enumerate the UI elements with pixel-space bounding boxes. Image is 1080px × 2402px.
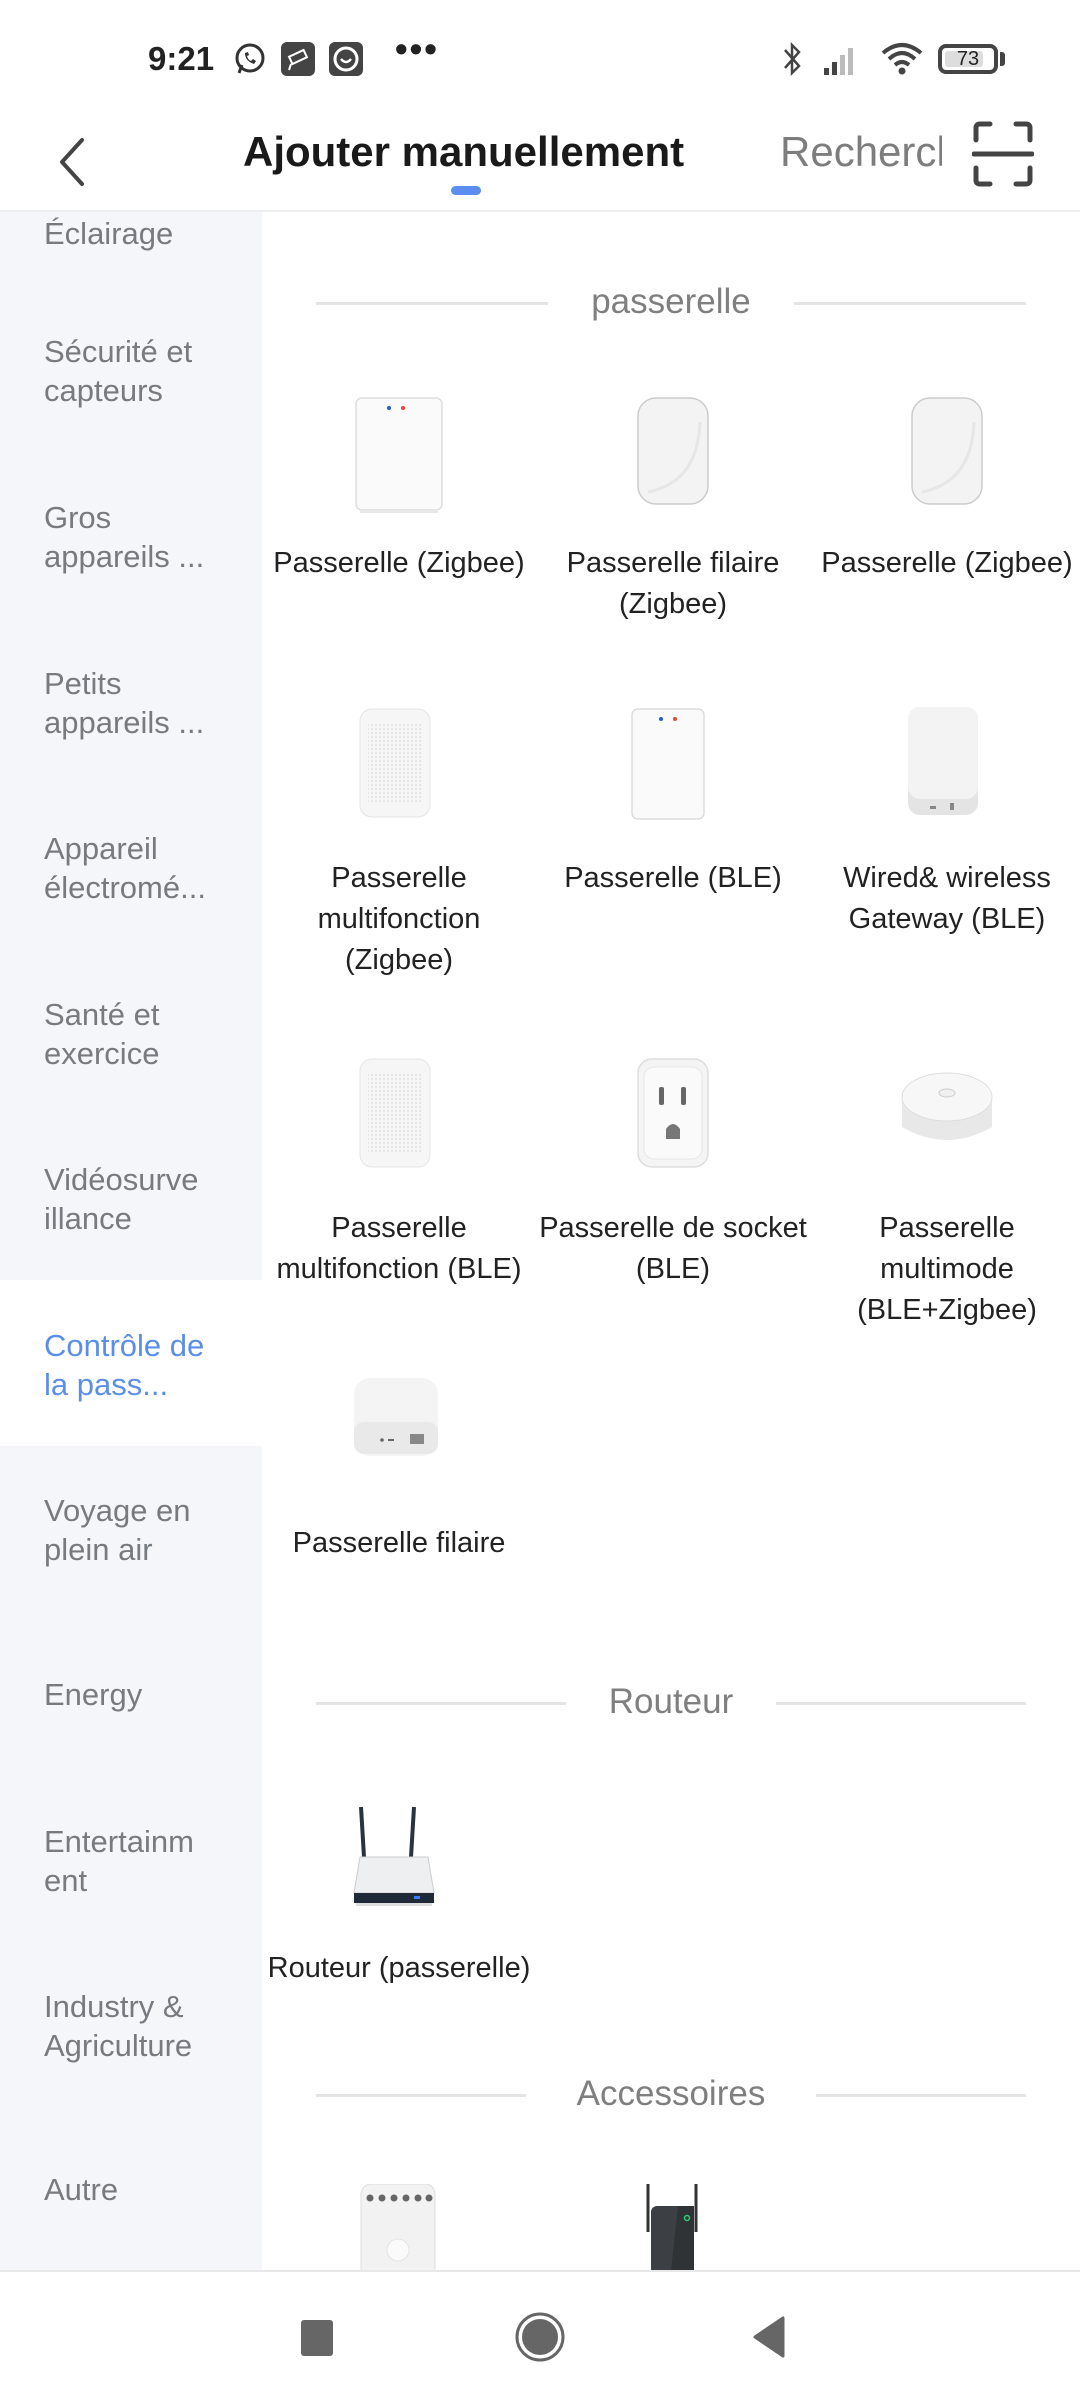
device-label: Passerelle multifonction (BLE) xyxy=(276,1212,522,1285)
wifi-icon xyxy=(881,43,923,75)
sidebar-item-label: Appareil électromé... xyxy=(44,831,206,905)
sidebar-item-label: Sécurité et capteurs xyxy=(44,334,193,408)
battery-nub xyxy=(1000,52,1005,66)
wired-wireless-gateway-icon xyxy=(908,707,978,815)
zigbee-hub-icon xyxy=(355,397,443,513)
whatsapp-icon xyxy=(235,43,265,74)
device-label: Passerelle multimode (BLE+Zigbee) xyxy=(857,1212,1037,1326)
sidebar-item-label: Santé et exercice xyxy=(44,997,160,1071)
device-item[interactable]: Passerelle de socket (BLE) xyxy=(536,1057,810,1290)
back-triangle-icon[interactable] xyxy=(733,2302,803,2372)
sidebar-item-videosurveillance[interactable]: Vidéosurve illance xyxy=(0,1160,262,1238)
sidebar-item-label: Entertainm ent xyxy=(44,1824,194,1898)
active-tab-indicator xyxy=(451,186,481,195)
section-title: passerelle xyxy=(555,282,787,321)
sidebar-item-label: Gros appareils ... xyxy=(44,500,205,574)
sidebar-item-autre[interactable]: Autre xyxy=(0,2170,262,2209)
signal-icon xyxy=(824,48,853,75)
scan-icon[interactable] xyxy=(972,120,1034,190)
power-strip-icon xyxy=(360,2183,436,2270)
section-header-routeur: Routeur xyxy=(316,1672,1026,1732)
system-navigation-bar xyxy=(0,2270,1080,2402)
section-title: Accessoires xyxy=(540,2074,802,2113)
wired-zigbee-hub-icon xyxy=(637,397,709,505)
sidebar-item-eclairage[interactable]: Éclairage xyxy=(0,212,262,294)
camera-app-icon xyxy=(281,42,315,76)
sidebar-item-energy[interactable]: Energy xyxy=(0,1675,262,1714)
more-notifications-icon: ••• xyxy=(395,28,439,69)
sidebar-item-sante[interactable]: Santé et exercice xyxy=(0,995,262,1073)
section-header-passerelle: passerelle xyxy=(316,272,1026,332)
status-bar: 9:21 ••• 73 xyxy=(0,0,1080,120)
app-header: Ajouter manuellement Recherche xyxy=(0,120,1080,212)
device-list: passerelle Passerelle (Zigbee) Passerell… xyxy=(262,212,1080,2270)
home-circle-icon[interactable] xyxy=(505,2302,575,2372)
device-item[interactable] xyxy=(262,2183,536,2270)
ble-hub-icon xyxy=(631,708,705,820)
device-item[interactable] xyxy=(536,2178,810,2270)
device-label: Passerelle de socket (BLE) xyxy=(539,1212,807,1285)
device-item[interactable]: Wired& wireless Gateway (BLE) xyxy=(810,707,1080,940)
sidebar-item-label: Vidéosurve illance xyxy=(44,1162,199,1236)
device-item[interactable]: Passerelle filaire (Zigbee) xyxy=(536,392,810,625)
device-item[interactable]: Passerelle (BLE) xyxy=(536,707,810,899)
sidebar-item-controle-passerelle[interactable]: Contrôle de la pass... xyxy=(0,1280,262,1446)
battery-level: 73 xyxy=(956,48,980,70)
bluetooth-icon xyxy=(784,41,801,77)
device-label: Passerelle (Zigbee) xyxy=(821,547,1073,579)
wired-gateway-icon xyxy=(354,1378,438,1456)
device-label: Passerelle (BLE) xyxy=(564,862,782,894)
section-header-accessoires: Accessoires xyxy=(316,2064,1026,2124)
status-time: 9:21 xyxy=(148,40,215,77)
tab-search[interactable]: Recherche xyxy=(780,128,942,176)
sidebar-item-electromenager[interactable]: Appareil électromé... xyxy=(0,829,262,907)
sidebar-item-label: Petits appareils ... xyxy=(44,666,205,740)
recents-square-icon[interactable] xyxy=(283,2302,353,2372)
sidebar-item-petits-appareils[interactable]: Petits appareils ... xyxy=(0,664,262,742)
device-label: Routeur (passerelle) xyxy=(267,1952,531,1984)
sidebar-item-gros-appareils[interactable]: Gros appareils ... xyxy=(0,498,262,576)
router-icon xyxy=(353,1806,435,1906)
socket-gateway-icon xyxy=(637,1058,709,1168)
multifunction-hub-icon xyxy=(359,708,431,818)
sidebar-item-label: Éclairage xyxy=(44,216,174,251)
multimode-gateway-icon xyxy=(901,1072,993,1140)
device-item[interactable]: Passerelle filaire xyxy=(262,1372,536,1564)
sidebar-item-voyage[interactable]: Voyage en plein air xyxy=(0,1491,262,1569)
battery-indicator: 73 xyxy=(938,44,998,74)
sidebar-item-entertainment[interactable]: Entertainm ent xyxy=(0,1822,262,1900)
sidebar-item-label: Energy xyxy=(44,1677,143,1712)
device-label: Passerelle (Zigbee) xyxy=(273,547,525,579)
device-item[interactable]: Passerelle (Zigbee) xyxy=(262,392,536,584)
section-title: Routeur xyxy=(572,1682,770,1721)
sidebar-item-label: Voyage en plein air xyxy=(44,1493,191,1567)
sidebar-item-label: Industry & Agriculture xyxy=(44,1989,193,2063)
tab-add-manually[interactable]: Ajouter manuellement xyxy=(243,128,684,176)
device-item[interactable]: Passerelle multifonction (Zigbee) xyxy=(262,707,536,981)
device-item[interactable]: Passerelle multifonction (BLE) xyxy=(262,1057,536,1290)
back-arrow-icon[interactable] xyxy=(50,132,110,192)
multifunction-hub-icon xyxy=(359,1058,431,1168)
sidebar-item-industry[interactable]: Industry & Agriculture xyxy=(0,1987,262,2065)
zigbee-hub-icon xyxy=(911,397,983,505)
device-item[interactable]: Routeur (passerelle) xyxy=(262,1797,536,1989)
device-label: Passerelle filaire (Zigbee) xyxy=(566,547,780,620)
sidebar-item-securite[interactable]: Sécurité et capteurs xyxy=(0,332,262,410)
device-item[interactable]: Passerelle multimode (BLE+Zigbee) xyxy=(810,1057,1080,1331)
category-sidebar: Éclairage Sécurité et capteurs Gros appa… xyxy=(0,212,262,2270)
wifi-extender-icon xyxy=(646,2178,698,2270)
sidebar-item-label: Autre xyxy=(44,2172,119,2207)
device-label: Passerelle multifonction (Zigbee) xyxy=(317,862,481,976)
device-label: Wired& wireless Gateway (BLE) xyxy=(843,862,1051,935)
smiley-app-icon xyxy=(329,42,363,76)
device-item[interactable]: Passerelle (Zigbee) xyxy=(810,392,1080,584)
sidebar-item-label: Contrôle de la pass... xyxy=(44,1328,205,1402)
device-label: Passerelle filaire xyxy=(292,1527,506,1559)
